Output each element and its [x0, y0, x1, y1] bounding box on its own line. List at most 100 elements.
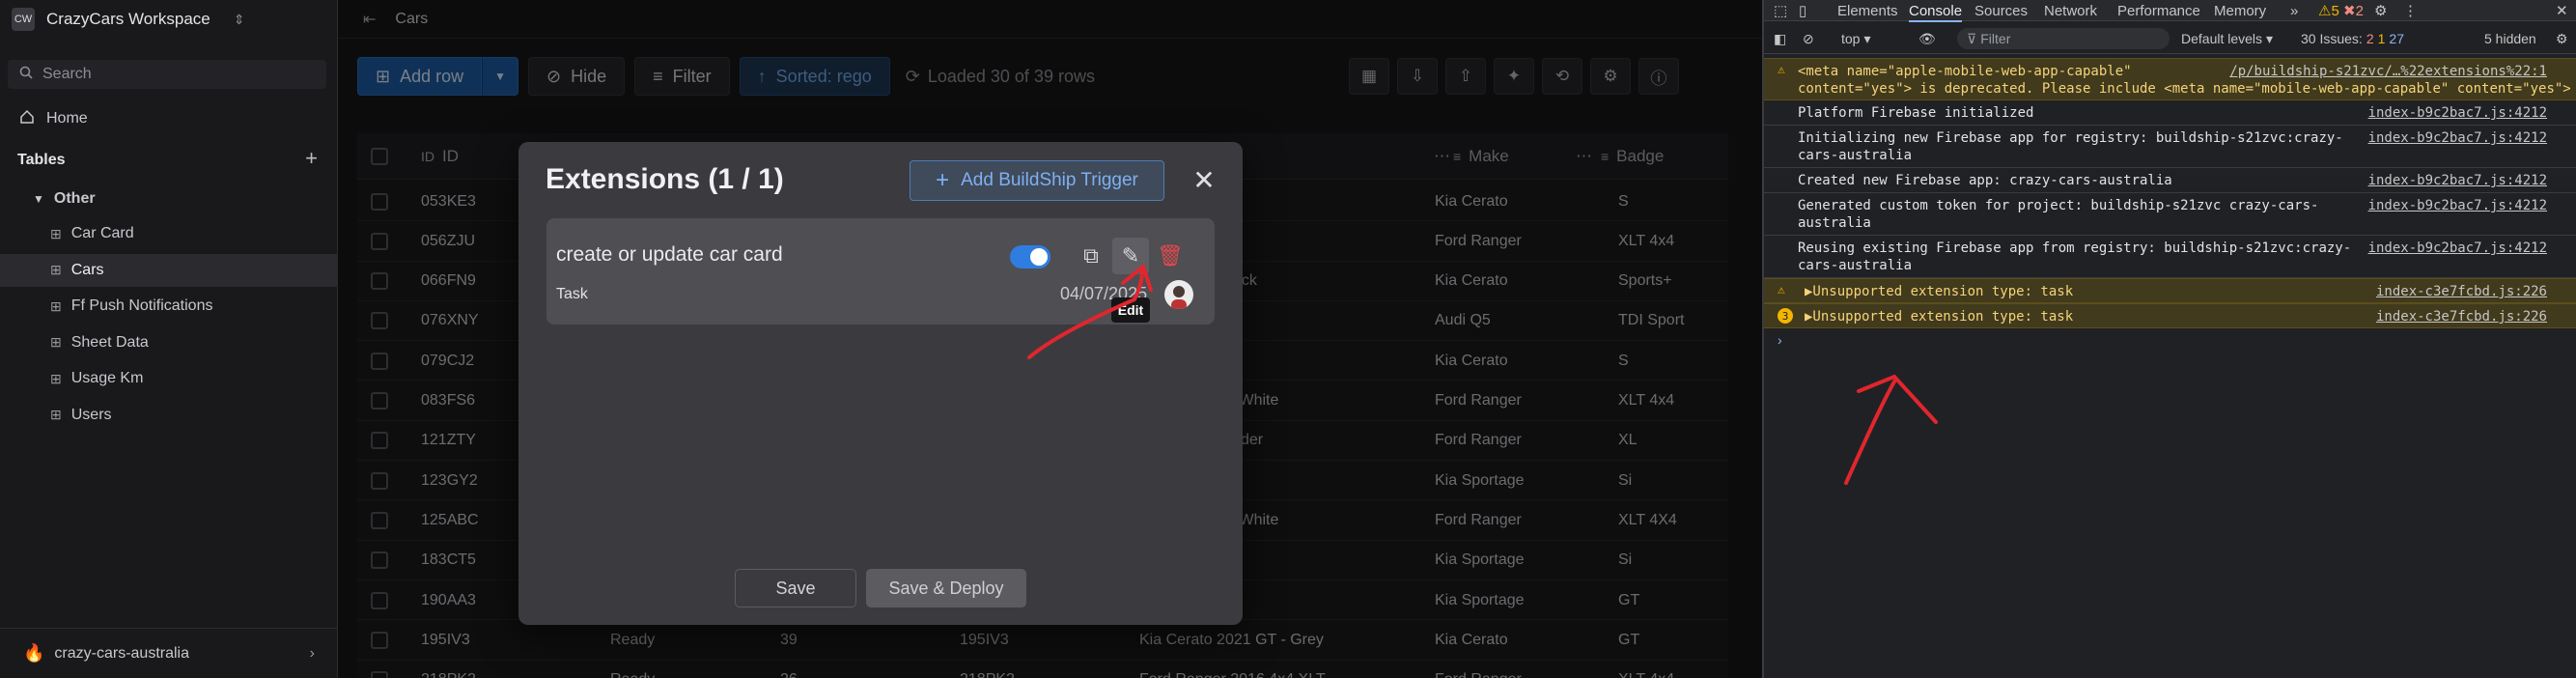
sidebar-item-label: Sheet Data: [70, 333, 149, 351]
gear-icon[interactable]: ⚙: [2374, 0, 2387, 21]
inspect-icon[interactable]: ⬚: [1774, 0, 1787, 21]
console-message[interactable]: Reusing existing Firebase app from regis…: [1764, 236, 2576, 278]
sidebar-item-ff-push-notifications[interactable]: ⊞ Ff Push Notifications: [0, 290, 338, 323]
avatar: [1164, 280, 1193, 309]
console-message-text: ▶Unsupported extension type: task: [1805, 309, 2074, 325]
warning-icon: ⚠: [1778, 283, 1785, 297]
console-filter-input[interactable]: ⊽ Filter: [1957, 28, 2170, 49]
console-settings-icon[interactable]: ⚙: [2556, 29, 2568, 48]
tables-heading: Tables: [17, 152, 66, 168]
context-select[interactable]: top ▾: [1841, 29, 1871, 48]
console-message-text: Initializing new Firebase app for regist…: [1798, 130, 2343, 163]
chevron-down-icon: ▼: [33, 192, 44, 206]
project-name: crazy-cars-australia: [54, 644, 190, 662]
console-source-link[interactable]: index-b9c2bac7.js:4212: [2368, 240, 2547, 257]
nav-home[interactable]: Home: [0, 102, 338, 135]
clear-console-icon[interactable]: ⊘: [1803, 29, 1814, 48]
sidebar: CW CrazyCars Workspace ⇕ Search Home Tab…: [0, 0, 338, 678]
console-source-link[interactable]: index-b9c2bac7.js:4212: [2368, 172, 2547, 189]
sidebar-item-label: Cars: [70, 261, 104, 278]
tab-performance[interactable]: Performance: [2117, 0, 2200, 21]
firebase-icon: 🔥: [23, 643, 45, 663]
more-tabs-icon[interactable]: »: [2290, 0, 2298, 21]
chevron-updown-icon: ⇕: [233, 11, 245, 27]
group-label: Other: [53, 190, 96, 207]
error-count: 2: [2355, 2, 2364, 19]
workspace-switcher[interactable]: CW CrazyCars Workspace ⇕: [12, 8, 244, 31]
duplicate-icon[interactable]: ⧉: [1073, 238, 1109, 274]
console-source-link[interactable]: index-c3e7fcbd.js:226: [2376, 308, 2547, 325]
plus-icon: +: [936, 167, 950, 193]
project-switcher[interactable]: 🔥 crazy-cars-australia ›: [0, 628, 338, 678]
issues-button[interactable]: 30 Issues: 2 1 27: [2301, 29, 2404, 48]
console-message[interactable]: ⚠ ▶Unsupported extension type: task index-…: [1764, 278, 2576, 303]
sidebar-item-car-card[interactable]: ⊞ Car Card: [0, 217, 338, 250]
console-message[interactable]: Created new Firebase app: crazy-cars-aus…: [1764, 168, 2576, 193]
save-button[interactable]: Save: [735, 569, 856, 607]
delete-icon[interactable]: 🗑: [1152, 238, 1189, 274]
console-source-link[interactable]: index-b9c2bac7.js:4212: [2368, 129, 2547, 147]
issue-error-count: 2: [2366, 31, 2374, 46]
kebab-icon[interactable]: ⋮: [2403, 0, 2418, 21]
table-icon: ⊞: [50, 407, 62, 422]
extension-type: Task: [556, 286, 588, 302]
search-placeholder: Search: [42, 66, 92, 82]
console-prompt-icon[interactable]: ›: [1778, 332, 1782, 348]
sidebar-toggle-icon[interactable]: ◧: [1774, 29, 1786, 48]
hidden-count: 5 hidden: [2484, 31, 2536, 46]
context-value: top: [1841, 31, 1861, 46]
save-deploy-button[interactable]: Save & Deploy: [866, 569, 1026, 607]
tab-console[interactable]: Console: [1909, 0, 1963, 22]
tab-network[interactable]: Network: [2044, 0, 2097, 21]
extension-toggle[interactable]: [1010, 245, 1050, 268]
add-buildship-trigger-button[interactable]: + Add BuildShip Trigger: [910, 160, 1164, 201]
console-message-text: Generated custom token for project: buil…: [1798, 198, 2319, 231]
modal-title: Extensions (1 / 1): [546, 163, 784, 195]
sidebar-item-cars[interactable]: ⊞ Cars: [0, 253, 338, 287]
table-icon: ⊞: [50, 297, 62, 314]
extensions-modal: Extensions (1 / 1) + Add BuildShip Trigg…: [518, 142, 1243, 625]
console-source-link[interactable]: /p/buildship-s21zvc/…%22extensions%22:1: [2229, 63, 2547, 80]
console-source-link[interactable]: index-b9c2bac7.js:4212: [2368, 197, 2547, 214]
add-table-icon[interactable]: +: [305, 146, 318, 171]
home-label: Home: [46, 110, 88, 127]
sidebar-item-label: Users: [70, 406, 112, 423]
tab-sources[interactable]: Sources: [1974, 0, 2028, 21]
eye-icon[interactable]: 👁: [1918, 29, 1936, 48]
console-message[interactable]: Platform Firebase initialized index-b9c2b…: [1764, 100, 2576, 126]
group-other[interactable]: ▼ Other: [0, 183, 338, 215]
search-input[interactable]: Search: [8, 60, 326, 89]
sidebar-item-sheet-data[interactable]: ⊞ Sheet Data: [0, 326, 338, 359]
devtools-panel: ⬚ ▯ Elements Console Sources Network Per…: [1762, 0, 2576, 678]
tab-elements[interactable]: Elements: [1837, 0, 1898, 21]
console-source-link[interactable]: index-c3e7fcbd.js:226: [2376, 283, 2547, 300]
close-icon[interactable]: ✕: [2556, 0, 2568, 21]
close-icon[interactable]: ✕: [1188, 163, 1220, 196]
console-source-link[interactable]: index-b9c2bac7.js:4212: [2368, 104, 2547, 122]
edit-icon[interactable]: ✎: [1112, 238, 1149, 274]
warning-icon: ⚠: [1778, 63, 1785, 77]
warning-count-badge[interactable]: ⚠ 5: [2318, 0, 2339, 21]
console-message[interactable]: ⚠ <meta name="apple-mobile-web-app-capabl…: [1764, 58, 2576, 100]
search-icon: [19, 66, 33, 84]
console-message[interactable]: Generated custom token for project: buil…: [1764, 193, 2576, 236]
sidebar-item-label: Car Card: [70, 225, 134, 241]
device-toolbar-icon[interactable]: ▯: [1799, 0, 1806, 21]
workspace-logo: CW: [12, 8, 35, 31]
console-toolbar: ◧ ⊘ top ▾ 👁 ⊽ Filter Default levels ▾ 30…: [1764, 23, 2576, 54]
table-icon: ⊞: [50, 225, 62, 241]
sidebar-item-usage-km[interactable]: ⊞ Usage Km: [0, 362, 338, 395]
sidebar-item-label: Usage Km: [70, 370, 144, 386]
add-trigger-label: Add BuildShip Trigger: [961, 170, 1138, 190]
sidebar-item-users[interactable]: ⊞ Users: [0, 399, 338, 432]
console-message[interactable]: Initializing new Firebase app for regist…: [1764, 126, 2576, 168]
console-message-text: Platform Firebase initialized: [1798, 105, 2034, 121]
tab-memory[interactable]: Memory: [2214, 0, 2266, 21]
error-count-badge[interactable]: ✖ 2: [2343, 0, 2364, 21]
chevron-right-icon: ›: [309, 644, 315, 662]
levels-select[interactable]: Default levels ▾: [2181, 29, 2273, 48]
issue-warning-count: 1: [2377, 31, 2386, 46]
console-message[interactable]: 3 ▶Unsupported extension type: task index-…: [1764, 303, 2576, 328]
console-message-text: Reusing existing Firebase app from regis…: [1798, 240, 2352, 273]
edit-tooltip: Edit: [1111, 297, 1150, 323]
